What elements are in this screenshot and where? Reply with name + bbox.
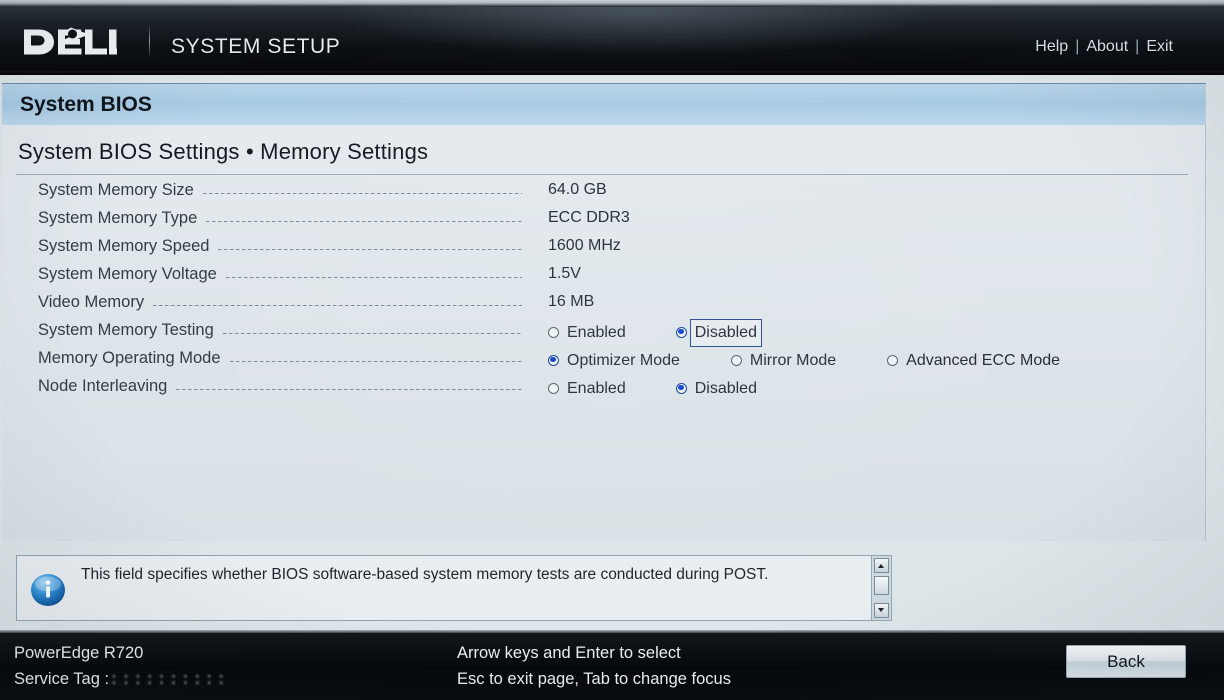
scroll-down-arrow-icon[interactable] — [874, 603, 889, 618]
radio-option-label[interactable]: Enabled — [562, 319, 631, 347]
service-tag-label: Service Tag : — [14, 670, 110, 688]
radio-option-label[interactable]: Optimizer Mode — [562, 347, 685, 375]
nav-help-link[interactable]: Help — [1033, 38, 1070, 55]
system-setup-header: SYSTEM SETUP Help | About | Exit — [0, 7, 1224, 75]
bios-screen: SYSTEM SETUP Help | About | Exit System BIOS… — [0, 0, 1224, 700]
setting-label: System Memory Voltage — [38, 265, 217, 283]
setting-row[interactable]: Node Interleaving Enabled Disabled — [2, 373, 1206, 401]
info-icon — [30, 573, 66, 607]
setting-label: Video Memory — [38, 293, 145, 311]
setting-row[interactable]: Memory Operating Mode Optimizer Mode Mirro… — [2, 345, 1206, 373]
radio-selected-icon[interactable] — [675, 382, 687, 394]
nav-about-link[interactable]: About — [1084, 38, 1130, 55]
page-title: System BIOS — [20, 93, 152, 116]
radio-option-label[interactable]: Disabled — [689, 319, 762, 347]
setting-row: System Memory Size 64.0 GB — [2, 177, 1206, 205]
radio-selected-icon[interactable] — [548, 354, 559, 366]
help-text: This field specifies whether BIOS softwa… — [81, 566, 769, 583]
setting-value: 16 MB — [548, 293, 595, 310]
nav-sep-1: | — [1075, 38, 1080, 55]
footer-system-info: PowerEdge R720 Service Tag ::::::::::: — [14, 640, 228, 693]
radio-option[interactable]: Enabled — [548, 319, 631, 343]
nav-sep-2: | — [1135, 38, 1140, 55]
key-hint-line-1: Arrow keys and Enter to select — [457, 644, 681, 662]
leader-line — [230, 361, 522, 362]
setting-label: System Memory Testing — [38, 321, 214, 339]
setting-label: System Memory Speed — [38, 237, 210, 255]
page-title-bar: System BIOS — [2, 83, 1206, 125]
monitor-bezel — [0, 0, 1224, 7]
setup-title: SYSTEM SETUP — [171, 35, 341, 58]
radio-group: Enabled Disabled — [548, 375, 762, 399]
setting-value: 1.5V — [548, 265, 581, 282]
radio-unselected-icon[interactable] — [887, 354, 899, 366]
leader-line — [153, 305, 522, 306]
radio-unselected-icon[interactable] — [548, 326, 559, 338]
setting-row: System Memory Voltage 1.5V — [2, 261, 1206, 289]
setting-row: System Memory Speed 1600 MHz — [2, 233, 1206, 261]
help-box: This field specifies whether BIOS softwa… — [16, 555, 892, 621]
leader-line — [226, 277, 522, 278]
service-tag-value: :::::::::: — [109, 670, 229, 689]
leader-line — [218, 249, 522, 250]
leader-line — [176, 389, 522, 390]
radio-option-label[interactable]: Advanced ECC Mode — [901, 347, 1065, 375]
radio-option-label[interactable]: Mirror Mode — [745, 347, 841, 375]
footer-key-hints: Arrow keys and Enter to select Esc to ex… — [457, 640, 731, 692]
radio-group: Enabled Disabled — [548, 319, 762, 347]
radio-option[interactable]: Optimizer Mode — [548, 347, 685, 371]
setting-value: ECC DDR3 — [548, 209, 630, 226]
scroll-thumb[interactable] — [874, 576, 889, 595]
setting-row[interactable]: System Memory Testing Enabled Disabled — [2, 317, 1206, 347]
leader-line — [223, 333, 522, 334]
radio-option[interactable]: Disabled — [675, 319, 762, 347]
header-nav: Help | About | Exit — [1033, 38, 1175, 56]
service-tag-row: Service Tag ::::::::::: — [14, 666, 228, 693]
help-scrollbar[interactable] — [871, 556, 891, 620]
nav-exit-link[interactable]: Exit — [1144, 38, 1175, 55]
radio-option[interactable]: Mirror Mode — [730, 347, 841, 371]
setting-row: System Memory Type ECC DDR3 — [2, 205, 1206, 233]
setting-label: Node Interleaving — [38, 377, 168, 395]
radio-unselected-icon[interactable] — [548, 382, 559, 394]
setting-value: 64.0 GB — [548, 181, 607, 198]
setting-label: System Memory Type — [38, 209, 198, 227]
breadcrumb: System BIOS Settings • Memory Settings — [18, 139, 429, 164]
setting-row: Video Memory 16 MB — [2, 289, 1206, 317]
radio-selected-icon[interactable] — [675, 326, 687, 338]
radio-option[interactable]: Advanced ECC Mode — [887, 347, 1065, 371]
system-model: PowerEdge R720 — [14, 644, 144, 662]
key-hint-line-2: Esc to exit page, Tab to change focus — [457, 670, 731, 688]
setting-label: System Memory Size — [38, 181, 194, 199]
footer-bar: PowerEdge R720 Service Tag ::::::::::: A… — [0, 630, 1224, 700]
scroll-up-arrow-icon[interactable] — [874, 558, 889, 573]
dell-logo — [23, 26, 117, 58]
radio-option[interactable]: Enabled — [548, 375, 631, 399]
radio-option-label[interactable]: Enabled — [562, 375, 631, 403]
setting-label: Memory Operating Mode — [38, 349, 221, 367]
setting-value: 1600 MHz — [548, 237, 621, 254]
radio-option-label[interactable]: Disabled — [690, 375, 762, 403]
leader-line — [206, 221, 522, 222]
header-divider — [149, 26, 150, 56]
radio-unselected-icon[interactable] — [730, 354, 742, 366]
settings-list: System Memory Size 64.0 GB System Memory T… — [2, 177, 1206, 401]
radio-option[interactable]: Disabled — [675, 375, 762, 399]
breadcrumb-divider — [16, 174, 1188, 175]
settings-panel: System BIOS Settings • Memory Settings S… — [2, 125, 1206, 541]
leader-line — [203, 193, 522, 194]
radio-group: Optimizer Mode Mirror Mode Advanced ECC Mo… — [548, 347, 1065, 371]
back-button[interactable]: Back — [1066, 645, 1186, 678]
